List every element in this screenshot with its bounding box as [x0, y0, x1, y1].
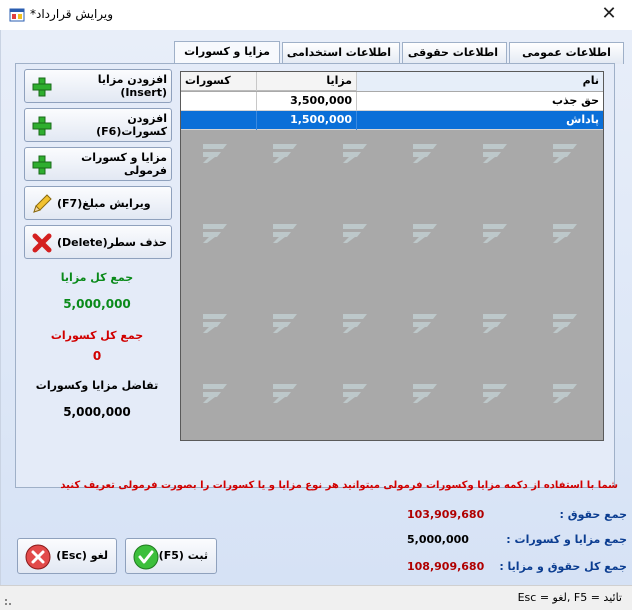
salary-total-label: جمع حقوق : — [559, 508, 627, 521]
tab-employment-info[interactable]: اطلاعات استخدامی — [282, 42, 400, 64]
formula-benefits-label: مزایا و کسورات فرمولی — [81, 151, 167, 177]
watermark-logo-icon — [203, 314, 227, 333]
tab-general-info[interactable]: اطلاعات عمومی — [509, 42, 624, 64]
watermark-logo-icon — [273, 224, 297, 243]
table-row[interactable]: 3,500,000 حق جذب — [181, 92, 603, 111]
window-title: ویرایش قرارداد* — [30, 7, 114, 21]
difference-label: تفاضل مزایا وکسورات — [35, 379, 159, 392]
watermark-logo-icon — [553, 224, 577, 243]
watermark-logo-icon — [343, 314, 367, 333]
column-header-name[interactable]: نام — [357, 72, 603, 91]
watermark-logo-icon — [273, 144, 297, 163]
watermark-logo-icon — [343, 144, 367, 163]
delete-row-label: حذف سطر(Delete) — [57, 235, 167, 249]
difference-value: 5,000,000 — [63, 405, 131, 419]
close-button[interactable]: ✕ — [586, 0, 632, 30]
grand-total-label: جمع کل حقوق و مزایا : — [499, 560, 627, 573]
formula-benefits-button[interactable]: مزایا و کسورات فرمولی — [24, 147, 172, 181]
watermark-logo-icon — [483, 384, 507, 403]
benefits-total-label: جمع مزایا و کسورات : — [506, 533, 627, 546]
formula-hint-text: شما با استفاده از دکمه مزایا وکسورات فرم… — [60, 480, 618, 491]
edit-amount-label: ویرایش مبلغ(F7) — [57, 196, 151, 210]
status-bar: تائید = F5 ,لغو = Esc — [0, 585, 632, 610]
watermark-logo-icon — [413, 384, 437, 403]
benefits-total-value: 5,000,000 — [407, 533, 469, 546]
benefit-cell: 1,500,000 — [257, 111, 357, 130]
watermark-logo-icon — [553, 144, 577, 163]
resize-grip-icon[interactable] — [4, 594, 16, 606]
tab-salary-info[interactable]: اطلاعات حقوقی — [402, 42, 507, 64]
watermark-logo-icon — [203, 384, 227, 403]
salary-total-value: 103,909,680 — [407, 508, 485, 521]
save-button[interactable]: ثبت (F5) — [125, 538, 217, 574]
total-benefits-label: جمع کل مزایا — [60, 271, 134, 284]
watermark-logo-icon — [483, 144, 507, 163]
add-deduction-button[interactable]: افزودن کسورات(F6) — [24, 108, 172, 142]
watermark-logo-icon — [203, 144, 227, 163]
name-cell: حق جذب — [551, 94, 599, 107]
delete-row-button[interactable]: حذف سطر(Delete) — [24, 225, 172, 259]
column-header-benefits[interactable]: مزایا — [257, 72, 357, 91]
deduction-cell — [181, 92, 257, 111]
add-deduction-label: افزودن کسورات(F6) — [96, 112, 167, 138]
plus-icon — [32, 116, 52, 136]
grid-header: کسورات مزایا نام — [181, 72, 603, 91]
benefit-cell: 3,500,000 — [257, 92, 357, 111]
deduction-cell — [181, 111, 257, 130]
benefits-grid[interactable]: کسورات مزایا نام 3,500,000 حق جذب 1,500,… — [180, 71, 604, 441]
watermark-logo-icon — [273, 314, 297, 333]
total-benefits-value: 5,000,000 — [63, 297, 131, 311]
column-header-deductions[interactable]: کسورات — [181, 72, 257, 91]
tab-benefits-deductions[interactable]: مزایا و کسورات — [174, 41, 280, 65]
grand-total-value: 108,909,680 — [407, 560, 485, 573]
plus-icon — [32, 155, 52, 175]
edit-amount-button[interactable]: ویرایش مبلغ(F7) — [24, 186, 172, 220]
watermark-logo-icon — [203, 224, 227, 243]
cancel-button[interactable]: لغو (Esc) — [17, 538, 117, 574]
title-bar: ویرایش قرارداد* ✕ — [0, 0, 632, 30]
watermark-logo-icon — [413, 314, 437, 333]
watermark-logo-icon — [483, 314, 507, 333]
watermark-logo-icon — [343, 224, 367, 243]
watermark-logo-icon — [273, 384, 297, 403]
check-icon — [133, 544, 159, 570]
dialog-body: اطلاعات عمومی اطلاعات حقوقی اطلاعات استخ… — [0, 30, 632, 585]
watermark-logo-icon — [413, 144, 437, 163]
save-label: ثبت (F5) — [158, 549, 208, 562]
total-deductions-value: 0 — [92, 349, 102, 363]
plus-icon — [32, 77, 52, 97]
watermark-logo-icon — [553, 314, 577, 333]
add-benefit-label: افزودن مزایا (Insert) — [97, 73, 167, 99]
pencil-icon — [33, 194, 52, 213]
cancel-icon — [25, 544, 51, 570]
app-window-icon — [9, 8, 25, 22]
watermark-logo-icon — [343, 384, 367, 403]
tab-strip: اطلاعات عمومی اطلاعات حقوقی اطلاعات استخ… — [169, 41, 624, 65]
watermark-logo-icon — [553, 384, 577, 403]
benefits-deductions-panel: افزودن مزایا (Insert) افزودن کسورات(F6) … — [15, 63, 618, 491]
watermark-logo-icon — [413, 224, 437, 243]
table-row[interactable]: 1,500,000 پاداش — [181, 111, 603, 130]
cancel-label: لغو (Esc) — [56, 549, 108, 562]
total-deductions-label: جمع کل کسورات — [50, 329, 144, 342]
watermark-logo-icon — [483, 224, 507, 243]
shortcut-hint: تائید = F5 ,لغو = Esc — [517, 591, 622, 604]
add-benefit-button[interactable]: افزودن مزایا (Insert) — [24, 69, 172, 103]
delete-x-icon — [32, 233, 52, 253]
name-cell: پاداش — [566, 113, 599, 126]
